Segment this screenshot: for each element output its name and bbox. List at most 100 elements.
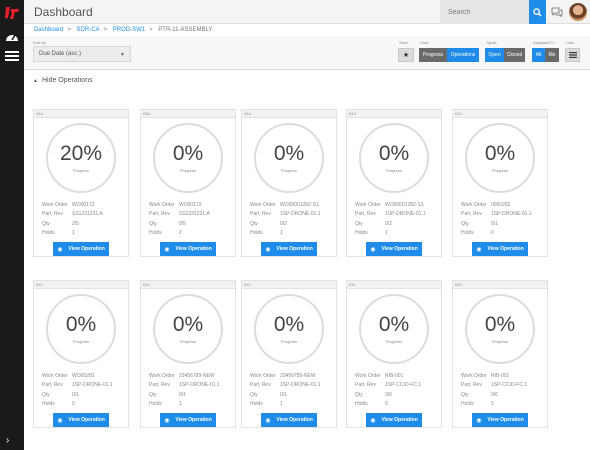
part-rev-label: Part, Rev bbox=[149, 382, 170, 389]
view-operation-button[interactable]: ◉ View Operation bbox=[160, 242, 216, 256]
part-rev-value: 1SP-CCIO-FC.1 bbox=[491, 382, 528, 389]
work-order-label: Work Order bbox=[42, 201, 68, 208]
qty-row: Qty 0/1 bbox=[34, 390, 128, 400]
view-operation-button[interactable]: ◉ View Operation bbox=[261, 413, 317, 427]
assigned-me-button[interactable]: Me bbox=[545, 48, 559, 62]
view-operation-button[interactable]: ◉ View Operation bbox=[472, 413, 528, 427]
progress-label: Progress bbox=[179, 168, 196, 173]
qty-label: Qty bbox=[42, 391, 50, 398]
holds-value: 1 bbox=[179, 401, 182, 408]
operation-card: 010 20% Progress Work Order WO00172 Part,… bbox=[33, 109, 129, 257]
qty-value: 0/6 bbox=[491, 391, 498, 398]
qty-row: Qty 0/1 bbox=[242, 390, 336, 400]
progress-label: Progress bbox=[72, 339, 89, 344]
menu-icon[interactable] bbox=[4, 50, 20, 62]
breadcrumb-separator-icon: > bbox=[103, 27, 108, 33]
holds-label: Holds bbox=[42, 401, 55, 408]
progress-label: Progress bbox=[280, 168, 297, 173]
work-order-row: Work Order RIB-001 bbox=[347, 371, 441, 381]
holds-label: Holds bbox=[42, 230, 55, 237]
eye-icon: ◉ bbox=[265, 246, 271, 253]
expand-sidebar-icon[interactable]: › bbox=[6, 435, 9, 446]
sort-label: Sort by bbox=[33, 40, 46, 45]
operation-card: 011 0% Progress Work Order RIB-001 Part, … bbox=[346, 280, 442, 428]
view-operation-button[interactable]: ◉ View Operation bbox=[472, 242, 528, 256]
qty-value: 0/6 bbox=[385, 391, 392, 398]
view-operation-button[interactable]: ◉ View Operation bbox=[160, 413, 216, 427]
view-operation-label: View Operation bbox=[381, 246, 418, 252]
work-order-label: Work Order bbox=[250, 372, 276, 379]
eye-icon: ◉ bbox=[370, 246, 376, 253]
progress-percent: 20% bbox=[59, 142, 103, 165]
type-closed-button[interactable]: Closed bbox=[504, 48, 525, 62]
view-operations-button[interactable]: Operations bbox=[447, 48, 479, 62]
assigned-label: Assigned To bbox=[533, 40, 555, 45]
qty-label: Qty bbox=[149, 220, 157, 227]
qty-value: 0/5 bbox=[179, 220, 186, 227]
breadcrumb-item-dashboard[interactable]: Dashboard bbox=[34, 27, 63, 33]
part-rev-row: Part, Rev 1SP-DRONE-01.1 bbox=[141, 381, 235, 391]
part-rev-row: Part, Rev 1SP-DRONE-01.1 bbox=[453, 210, 547, 220]
breadcrumb-item-site[interactable]: SDR-CA bbox=[77, 27, 100, 33]
holds-label: Holds bbox=[355, 230, 368, 237]
progress-gauge: 0% Progress bbox=[359, 123, 429, 193]
view-operation-button[interactable]: ◉ View Operation bbox=[366, 413, 422, 427]
operation-card: 010 0% Progress Work Order 23456789-NEW P… bbox=[140, 280, 236, 428]
operation-card: 010 0% Progress Work Order WO00001282-S1 … bbox=[346, 109, 442, 257]
breadcrumb-item-line[interactable]: PROD-SW1 bbox=[113, 27, 145, 33]
qty-value: 0/2 bbox=[385, 220, 392, 227]
view-operation-button[interactable]: ◉ View Operation bbox=[366, 242, 422, 256]
view-operation-button[interactable]: ◉ View Operation bbox=[53, 242, 109, 256]
operation-card: 010 0% Progress Work Order WO00001282-S1 … bbox=[241, 109, 337, 257]
progress-label: Progress bbox=[491, 339, 508, 344]
hide-operations-toggle[interactable]: ▲ Hide Operations bbox=[33, 77, 93, 84]
progress-gauge: 0% Progress bbox=[359, 294, 429, 364]
work-order-row: Work Order RIB-001 bbox=[453, 371, 547, 381]
types-label: Types bbox=[486, 40, 497, 45]
sidebar: › bbox=[0, 0, 24, 450]
work-order-value: WO00282 bbox=[72, 372, 95, 379]
qty-value: 0/2 bbox=[280, 220, 287, 227]
progress-gauge: 0% Progress bbox=[153, 294, 223, 364]
dashboard-gauge-icon[interactable] bbox=[4, 30, 20, 42]
save-label: Save bbox=[399, 40, 409, 45]
view-operation-label: View Operation bbox=[276, 417, 313, 423]
holds-value: 0 bbox=[72, 401, 75, 408]
search-icon bbox=[533, 7, 542, 17]
qty-value: 2/5 bbox=[72, 220, 79, 227]
progress-percent: 0% bbox=[273, 142, 305, 165]
holds-row: Holds 1 bbox=[347, 229, 441, 239]
sort-select[interactable]: Due Date (asc.) ▼ bbox=[33, 46, 131, 62]
eye-icon: ◉ bbox=[164, 417, 170, 424]
operation-card: 010 0% Progress Work Order 0000282 Part, … bbox=[452, 109, 548, 257]
view-operation-button[interactable]: ◉ View Operation bbox=[261, 242, 317, 256]
part-rev-value: 1SP-DRONE-01.1 bbox=[385, 211, 426, 218]
operation-number: 030 bbox=[141, 110, 235, 118]
list-view-button[interactable] bbox=[565, 48, 580, 62]
view-label: View bbox=[420, 40, 429, 45]
avatar[interactable] bbox=[569, 3, 587, 21]
part-rev-value: 1SP-DRONE-01.1 bbox=[491, 211, 532, 218]
holds-row: Holds 1 bbox=[242, 400, 336, 410]
save-favorite-button[interactable]: ★ bbox=[398, 48, 414, 62]
work-order-label: Work Order bbox=[461, 372, 487, 379]
search-button[interactable] bbox=[529, 0, 546, 24]
operation-number: 010 bbox=[347, 110, 441, 118]
view-progress-button[interactable]: Progress bbox=[419, 48, 447, 62]
assigned-all-button[interactable]: All bbox=[532, 48, 545, 62]
progress-percent: 0% bbox=[484, 142, 516, 165]
view-operation-button[interactable]: ◉ View Operation bbox=[53, 413, 109, 427]
qty-label: Qty bbox=[149, 391, 157, 398]
qty-value: 0/1 bbox=[280, 391, 287, 398]
holds-row: Holds 2 bbox=[141, 229, 235, 239]
qty-value: 0/1 bbox=[72, 391, 79, 398]
eye-icon: ◉ bbox=[476, 246, 482, 253]
brand-logo[interactable] bbox=[3, 4, 21, 22]
search-input[interactable] bbox=[440, 0, 529, 24]
progress-gauge: 0% Progress bbox=[465, 294, 535, 364]
progress-label: Progress bbox=[72, 168, 89, 173]
type-open-button[interactable]: Open bbox=[485, 48, 504, 62]
chat-icon[interactable] bbox=[551, 7, 563, 17]
qty-label: Qty bbox=[355, 391, 363, 398]
top-bar: Dashboard bbox=[24, 0, 590, 24]
